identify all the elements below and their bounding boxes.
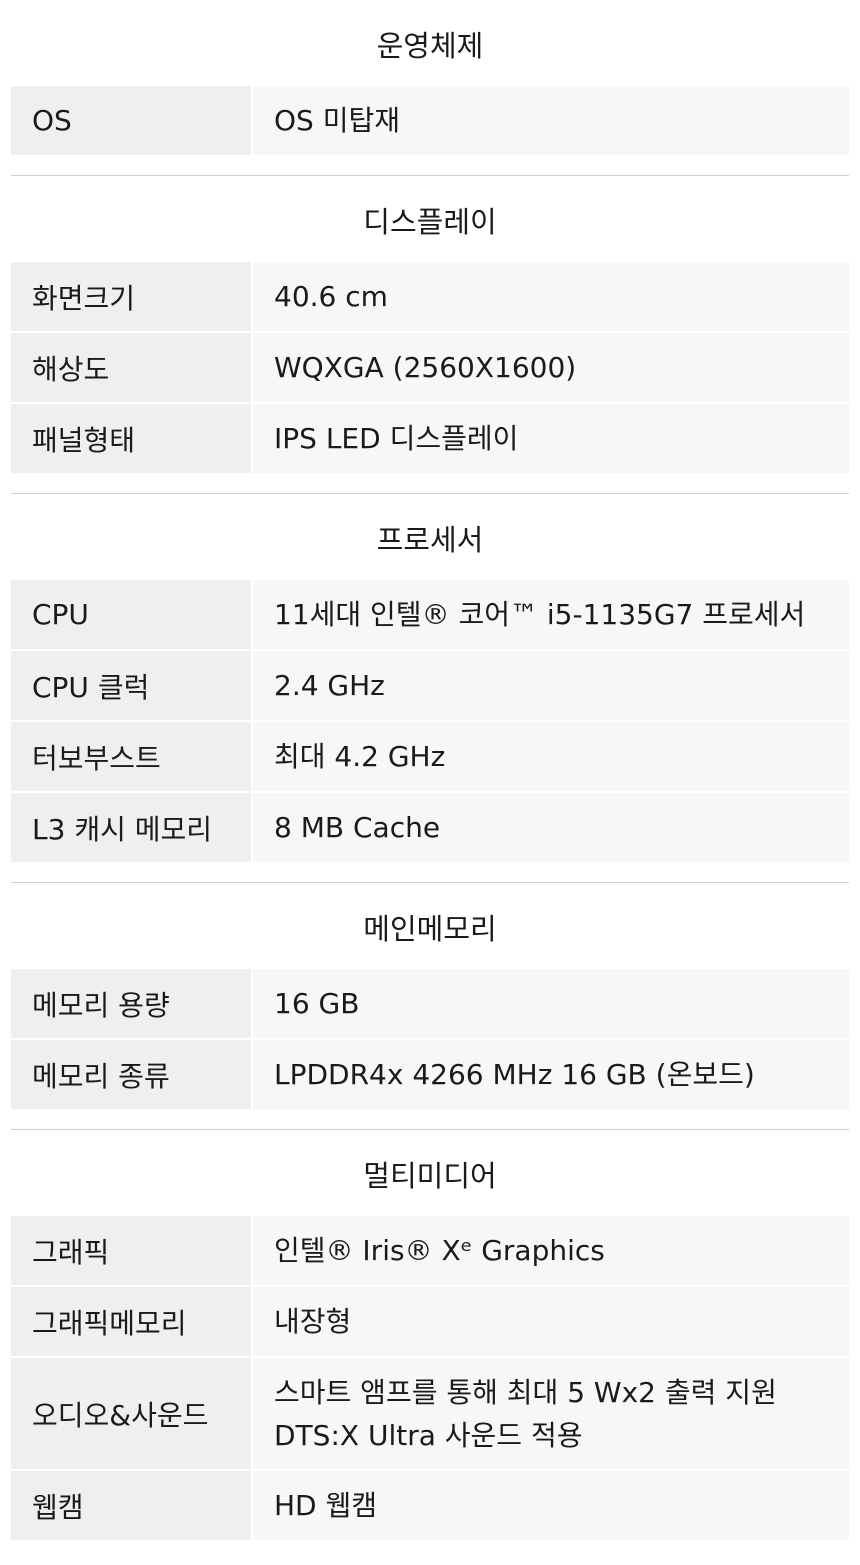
section-title: 프로세서	[376, 523, 484, 557]
spec-value: WQXGA (2560X1600)	[253, 333, 849, 402]
spec-value: HD 웹캠	[253, 1471, 849, 1540]
spec-label: L3 캐시 메모리	[11, 793, 251, 862]
spec-value: 11세대 인텔® 코어™ i5-1135G7 프로세서	[253, 580, 849, 649]
spec-value: 16 GB	[253, 969, 849, 1038]
section-title: 메인메모리	[363, 912, 497, 946]
spec-row: 화면크기 40.6 cm	[11, 262, 849, 331]
spec-row: 웹캠 HD 웹캠	[11, 1471, 849, 1540]
spec-row: CPU 11세대 인텔® 코어™ i5-1135G7 프로세서	[11, 580, 849, 649]
spec-value: 스마트 앰프를 통해 최대 5 Wx2 출력 지원 DTS:X Ultra 사운…	[253, 1358, 849, 1469]
spec-row: 메모리 종류 LPDDR4x 4266 MHz 16 GB (온보드)	[11, 1040, 849, 1109]
section-title: 운영체제	[376, 29, 484, 63]
spec-value: 2.4 GHz	[253, 651, 849, 720]
spec-row: CPU 클럭 2.4 GHz	[11, 651, 849, 720]
spec-label: 웹캠	[11, 1471, 251, 1540]
section-memory: 메인메모리 메모리 용량 16 GB 메모리 종류 LPDDR4x 4266 M…	[0, 883, 860, 1109]
spec-row: 해상도 WQXGA (2560X1600)	[11, 333, 849, 402]
spec-label: 오디오&사운드	[11, 1358, 251, 1469]
spec-value: OS 미탑재	[253, 86, 849, 155]
spec-label: 그래픽	[11, 1216, 251, 1285]
spec-value: 40.6 cm	[253, 262, 849, 331]
spec-value: 8 MB Cache	[253, 793, 849, 862]
spec-label: 터보부스트	[11, 722, 251, 791]
spec-label: 메모리 종류	[11, 1040, 251, 1109]
section-title: 디스플레이	[363, 205, 497, 239]
spec-row: 오디오&사운드 스마트 앰프를 통해 최대 5 Wx2 출력 지원 DTS:X …	[11, 1358, 849, 1469]
section-processor: 프로세서 CPU 11세대 인텔® 코어™ i5-1135G7 프로세서 CPU…	[0, 494, 860, 862]
spec-value: IPS LED 디스플레이	[253, 404, 849, 473]
spec-row: L3 캐시 메모리 8 MB Cache	[11, 793, 849, 862]
spec-row: 메모리 용량 16 GB	[11, 969, 849, 1038]
spec-value: 내장형	[253, 1287, 849, 1356]
section-os: 운영체제 OS OS 미탑재	[0, 0, 860, 155]
spec-row: 터보부스트 최대 4.2 GHz	[11, 722, 849, 791]
spec-value: 최대 4.2 GHz	[253, 722, 849, 791]
spec-value: 인텔® Iris® Xᵉ Graphics	[253, 1216, 849, 1285]
spec-label: 해상도	[11, 333, 251, 402]
spec-row: 그래픽 인텔® Iris® Xᵉ Graphics	[11, 1216, 849, 1285]
spec-label: 그래픽메모리	[11, 1287, 251, 1356]
spec-label: 메모리 용량	[11, 969, 251, 1038]
spec-page: 운영체제 OS OS 미탑재 디스플레이 화면크기 40.6 cm 해상도 WQ…	[0, 0, 860, 1540]
spec-value: LPDDR4x 4266 MHz 16 GB (온보드)	[253, 1040, 849, 1109]
section-title: 멀티미디어	[363, 1159, 497, 1193]
spec-label: CPU 클럭	[11, 651, 251, 720]
section-multimedia: 멀티미디어 그래픽 인텔® Iris® Xᵉ Graphics 그래픽메모리 내…	[0, 1130, 860, 1540]
spec-label: 화면크기	[11, 262, 251, 331]
spec-label: OS	[11, 86, 251, 155]
spec-label: 패널형태	[11, 404, 251, 473]
spec-row: OS OS 미탑재	[11, 86, 849, 155]
section-display: 디스플레이 화면크기 40.6 cm 해상도 WQXGA (2560X1600)…	[0, 176, 860, 473]
spec-label: CPU	[11, 580, 251, 649]
spec-row: 패널형태 IPS LED 디스플레이	[11, 404, 849, 473]
spec-row: 그래픽메모리 내장형	[11, 1287, 849, 1356]
